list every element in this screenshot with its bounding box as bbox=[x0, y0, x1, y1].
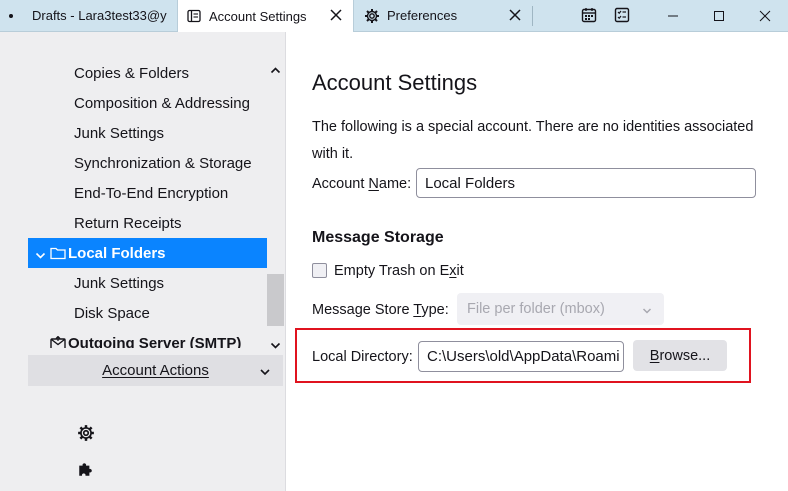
scroll-thumb[interactable] bbox=[267, 274, 284, 326]
local-directory-label: Local Directory: bbox=[312, 349, 413, 365]
browse-button[interactable]: Browse... bbox=[633, 340, 727, 371]
maximize-button[interactable] bbox=[696, 0, 742, 31]
tree-item-junk-settings-local[interactable]: Junk Settings bbox=[28, 268, 267, 298]
tasks-icon[interactable] bbox=[612, 5, 632, 25]
tab-preferences[interactable]: Preferences bbox=[355, 0, 532, 31]
tree-item-junk-settings[interactable]: Junk Settings bbox=[28, 118, 267, 148]
tree-item-label: Local Folders bbox=[68, 244, 166, 262]
tree-item-e2e-encryption[interactable]: End-To-End Encryption bbox=[28, 178, 267, 208]
tree-item-label: Synchronization & Storage bbox=[74, 154, 252, 172]
account-actions-label: Account Actions bbox=[102, 362, 209, 379]
tree-item-label: End-To-End Encryption bbox=[74, 184, 229, 202]
scroll-down-icon[interactable] bbox=[270, 338, 281, 349]
unread-dot-icon bbox=[9, 14, 13, 18]
tab-drafts[interactable]: Drafts - Lara3test33@ya bbox=[0, 0, 176, 31]
tree-item-composition[interactable]: Composition & Addressing bbox=[28, 88, 267, 118]
account-settings-icon bbox=[187, 9, 201, 26]
tab-account-settings[interactable]: Account Settings bbox=[177, 0, 354, 32]
folder-icon bbox=[50, 246, 66, 264]
tree-item-label: Copies & Folders bbox=[74, 64, 190, 82]
tree-item-copies-folders[interactable]: Copies & Folders bbox=[28, 60, 267, 88]
tree-item-sync-storage[interactable]: Synchronization & Storage bbox=[28, 148, 267, 178]
tree-item-return-receipts[interactable]: Return Receipts bbox=[28, 208, 267, 238]
tree-scrollbar[interactable] bbox=[267, 60, 284, 350]
tree-item-label: Return Receipts bbox=[74, 214, 182, 232]
gear-icon bbox=[364, 8, 380, 27]
message-storage-heading: Message Storage bbox=[312, 229, 444, 246]
tab-label: Drafts - Lara3test33@ya bbox=[32, 8, 167, 23]
account-sidebar: Copies & Folders Composition & Addressin… bbox=[0, 32, 286, 491]
account-name-label: Account Name: bbox=[312, 176, 412, 192]
scroll-up-icon[interactable] bbox=[270, 63, 281, 74]
store-type-select: File per folder (mbox) bbox=[457, 293, 664, 325]
account-tree: Copies & Folders Composition & Addressin… bbox=[28, 60, 284, 348]
close-icon[interactable] bbox=[329, 8, 343, 22]
tree-item-label: Junk Settings bbox=[74, 274, 165, 292]
tree-item-outgoing-server[interactable]: Outgoing Server (SMTP) bbox=[28, 328, 267, 348]
account-description: The following is a special account. Ther… bbox=[312, 119, 754, 162]
chevron-down-icon[interactable] bbox=[35, 248, 46, 265]
empty-trash-checkbox[interactable] bbox=[312, 263, 327, 278]
tab-bar: Drafts - Lara3test33@ya Account Settings… bbox=[0, 0, 788, 32]
empty-trash-label[interactable]: Empty Trash on Exit bbox=[334, 263, 464, 279]
tree-item-label: Outgoing Server (SMTP) bbox=[68, 334, 242, 349]
account-name-field[interactable]: Local Folders bbox=[416, 168, 756, 198]
store-type-value: File per folder (mbox) bbox=[467, 301, 605, 317]
calendar-icon[interactable] bbox=[579, 5, 599, 25]
tree-item-label: Composition & Addressing bbox=[74, 94, 250, 112]
close-icon[interactable] bbox=[508, 8, 522, 22]
addons-puzzle-icon[interactable] bbox=[76, 459, 96, 479]
account-actions-button[interactable]: Account Actions bbox=[28, 355, 283, 386]
tree-item-disk-space[interactable]: Disk Space bbox=[28, 298, 267, 328]
tab-separator bbox=[532, 6, 533, 26]
tree-item-label: Disk Space bbox=[74, 304, 150, 322]
outgoing-server-icon bbox=[50, 335, 66, 348]
tab-label: Account Settings bbox=[209, 8, 307, 24]
minimize-button[interactable] bbox=[650, 0, 696, 31]
local-directory-value: C:\Users\old\AppData\Roami bbox=[427, 348, 620, 365]
store-type-label: Message Store Type: bbox=[312, 302, 449, 318]
account-name-value: Local Folders bbox=[425, 174, 516, 192]
page-title: Account Settings bbox=[312, 70, 478, 95]
settings-gear-icon[interactable] bbox=[76, 423, 96, 443]
local-directory-field[interactable]: C:\Users\old\AppData\Roami bbox=[418, 341, 624, 372]
window-close-button[interactable] bbox=[742, 0, 788, 31]
account-settings-panel: Account Settings The following is a spec… bbox=[286, 32, 788, 491]
tab-label: Preferences bbox=[387, 8, 458, 23]
tree-item-local-folders[interactable]: Local Folders bbox=[28, 238, 267, 268]
chevron-down-icon bbox=[259, 365, 271, 377]
chevron-down-icon bbox=[642, 304, 652, 314]
tree-item-label: Junk Settings bbox=[74, 124, 165, 142]
